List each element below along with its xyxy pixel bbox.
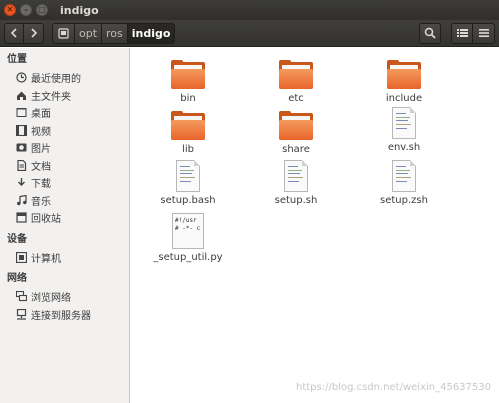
- back-arrow-icon: [10, 28, 17, 38]
- drive-icon: [58, 27, 69, 39]
- file-item-etc[interactable]: etc: [251, 60, 341, 104]
- file-name: setup.zsh: [380, 195, 428, 206]
- breadcrumb-opt[interactable]: opt: [75, 22, 103, 44]
- file-item-bin[interactable]: bin: [143, 60, 233, 104]
- menu-icon: [478, 29, 489, 37]
- sidebar-item-label: 文档: [31, 161, 51, 173]
- sidebar-item-videos[interactable]: 视频: [0, 122, 129, 140]
- file-name: bin: [180, 93, 196, 104]
- sidebar-item-label: 最近使用的: [31, 74, 81, 86]
- sidebar-item-label: 主文件夹: [31, 91, 71, 103]
- file-item-setup-util-py[interactable]: #!/usr # -*- c _setup_util.py: [143, 213, 233, 263]
- sidebar-item-label: 音乐: [31, 196, 51, 208]
- script-file-icon: [284, 160, 308, 192]
- forward-button[interactable]: [24, 22, 44, 44]
- file-item-include[interactable]: include: [359, 60, 449, 104]
- search-icon: [424, 27, 436, 39]
- file-item-setup-zsh[interactable]: setup.zsh: [359, 160, 449, 206]
- sidebar-item-recent[interactable]: 最近使用的: [0, 69, 129, 87]
- sidebar-item-browse-network[interactable]: 浏览网络: [0, 288, 129, 306]
- file-name: env.sh: [387, 142, 421, 153]
- breadcrumb-ros[interactable]: ros: [102, 22, 128, 44]
- computer-icon: [15, 251, 27, 263]
- minimize-window-button[interactable]: –: [20, 4, 32, 16]
- desktop-icon: [15, 107, 27, 119]
- sidebar-item-documents[interactable]: 文档: [0, 157, 129, 175]
- sidebar-section-places: 位置: [7, 54, 27, 65]
- server-icon: [15, 308, 27, 320]
- music-icon: [15, 194, 27, 206]
- network-icon: [15, 291, 27, 303]
- sidebar-item-label: 桌面: [31, 109, 51, 121]
- back-button[interactable]: [4, 22, 24, 44]
- folder-icon: [171, 60, 205, 90]
- sidebar-item-label: 计算机: [31, 253, 61, 265]
- sidebar-item-label: 回收站: [31, 214, 61, 226]
- file-view: bin etc include lib share env.sh setup.b…: [131, 48, 499, 403]
- sidebar-item-home[interactable]: 主文件夹: [0, 87, 129, 105]
- file-name: etc: [288, 93, 304, 104]
- sidebar-section-network: 网络: [7, 273, 27, 284]
- sidebar-item-computer[interactable]: 计算机: [0, 249, 129, 267]
- file-name: include: [385, 93, 423, 104]
- sidebar-item-label: 连接到服务器: [31, 310, 91, 322]
- window-title: indigo: [60, 3, 99, 17]
- file-item-setup-bash[interactable]: setup.bash: [143, 160, 233, 206]
- file-item-lib[interactable]: lib: [143, 111, 233, 155]
- search-button[interactable]: [419, 22, 441, 44]
- breadcrumb-drive[interactable]: [52, 22, 75, 44]
- file-name: setup.bash: [160, 195, 216, 206]
- list-view-icon: [456, 29, 468, 37]
- sidebar-section-devices: 设备: [7, 233, 27, 245]
- home-icon: [15, 89, 27, 101]
- sidebar-item-label: 图片: [31, 144, 51, 156]
- trash-icon: [15, 212, 27, 224]
- file-name: lib: [182, 144, 194, 155]
- title-bar: ✕ – □ indigo: [0, 0, 499, 20]
- video-icon: [15, 124, 27, 136]
- folder-icon: [279, 60, 313, 90]
- sidebar-item-downloads[interactable]: 下载: [0, 174, 129, 192]
- file-item-share[interactable]: share: [251, 111, 341, 155]
- toolbar: opt ros indigo: [0, 20, 499, 47]
- folder-icon: [387, 60, 421, 90]
- sidebar-item-label: 下载: [31, 179, 51, 191]
- download-icon: [15, 177, 27, 189]
- sidebar-item-pictures[interactable]: 图片: [0, 139, 129, 157]
- sidebar-item-label: 视频: [31, 126, 51, 138]
- file-item-setup-sh[interactable]: setup.sh: [251, 160, 341, 206]
- close-window-button[interactable]: ✕: [4, 4, 16, 16]
- recent-icon: [15, 72, 27, 84]
- view-toggle-button[interactable]: [451, 22, 473, 44]
- folder-icon: [279, 111, 313, 141]
- python-file-icon: #!/usr # -*- c: [172, 213, 204, 249]
- sidebar-item-trash[interactable]: 回收站: [0, 209, 129, 227]
- breadcrumb: opt ros indigo: [52, 22, 176, 44]
- sidebar-item-music[interactable]: 音乐: [0, 192, 129, 210]
- maximize-window-button[interactable]: □: [36, 4, 48, 16]
- file-item-env-sh[interactable]: env.sh: [359, 107, 449, 153]
- watermark: https://blog.csdn.net/weixin_45637530: [295, 382, 491, 393]
- document-icon: [15, 159, 27, 171]
- file-name: share: [282, 144, 310, 155]
- sidebar-item-connect-server[interactable]: 连接到服务器: [0, 306, 129, 324]
- folder-icon: [171, 111, 205, 141]
- picture-icon: [15, 142, 27, 154]
- forward-arrow-icon: [30, 28, 37, 38]
- script-file-icon: [176, 160, 200, 192]
- menu-button[interactable]: [473, 22, 495, 44]
- file-name: _setup_util.py: [153, 252, 223, 263]
- file-name: setup.sh: [274, 195, 318, 206]
- script-file-icon: [392, 160, 416, 192]
- sidebar-item-desktop[interactable]: 桌面: [0, 104, 129, 122]
- sidebar-item-label: 浏览网络: [31, 293, 71, 305]
- script-file-icon: [392, 107, 416, 139]
- breadcrumb-indigo[interactable]: indigo: [127, 22, 176, 44]
- sidebar: 位置 最近使用的 主文件夹 桌面 视频 图片 文档 下载 音乐 回收站 设备 计…: [0, 48, 130, 403]
